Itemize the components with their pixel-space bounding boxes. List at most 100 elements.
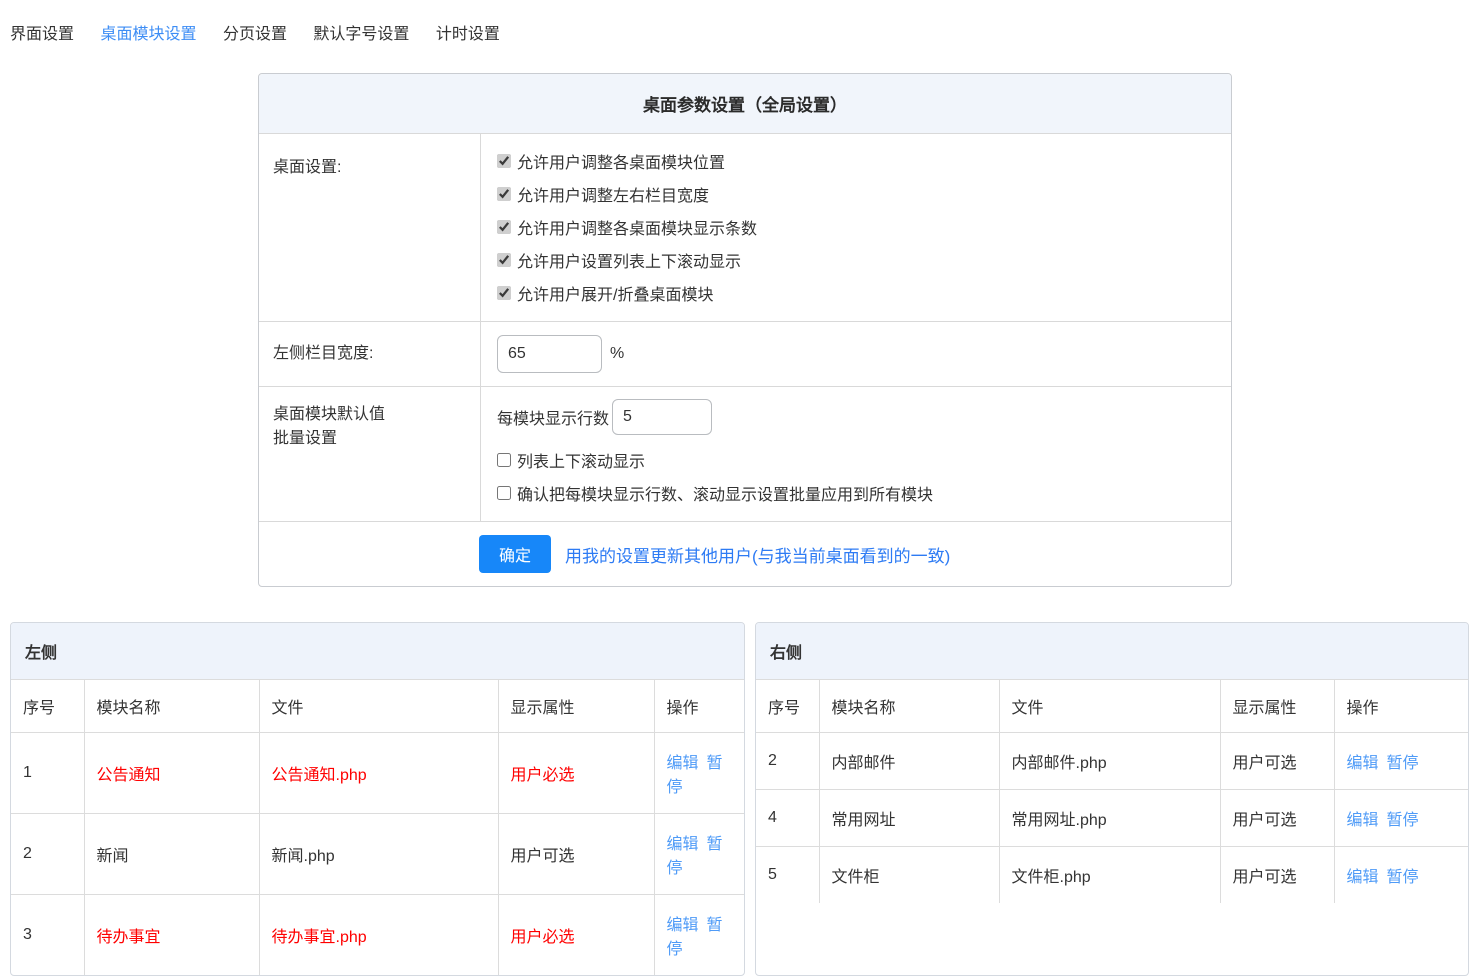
right-table-row-1: 4常用网址常用网址.php用户可选编辑暂停: [756, 790, 1468, 847]
confirm-button[interactable]: 确定: [479, 535, 551, 573]
module-name-cell: 常用网址: [819, 790, 999, 847]
module-file-cell: 常用网址.php: [999, 790, 1220, 847]
left-column-header-2: 文件: [259, 680, 498, 733]
edit-link[interactable]: 编辑: [1347, 755, 1379, 772]
operations-cell: 编辑暂停: [1334, 790, 1468, 847]
desktop-setting-option-2: 允许用户调整各桌面模块显示条数: [497, 210, 1215, 243]
row-number-cell: 1: [11, 733, 84, 814]
pause-link[interactable]: 暂停: [1387, 755, 1419, 772]
rows-per-module-input[interactable]: [612, 399, 712, 435]
right-column-header-3: 显示属性: [1220, 680, 1334, 733]
right-column-header-4: 操作: [1334, 680, 1468, 733]
edit-link[interactable]: 编辑: [1347, 812, 1379, 829]
batch-defaults-label: 桌面模块默认值 批量设置: [259, 387, 481, 521]
row-number-cell: 2: [11, 814, 84, 895]
pause-link[interactable]: 暂停: [1387, 812, 1419, 829]
batch-label-line1: 桌面模块默认值: [273, 403, 468, 427]
tab-interface-settings[interactable]: 界面设置: [10, 20, 74, 44]
display-attr-cell: 用户可选: [498, 814, 654, 895]
display-attr-cell: 用户必选: [498, 895, 654, 976]
edit-link[interactable]: 编辑: [667, 755, 699, 772]
row-number-cell: 5: [756, 847, 819, 904]
left-column-header-0: 序号: [11, 680, 84, 733]
display-attr-cell: 用户可选: [1220, 847, 1334, 904]
batch-setting-checkbox-1[interactable]: [497, 486, 511, 500]
desktop-setting-checkbox-1[interactable]: [497, 187, 511, 201]
edit-link[interactable]: 编辑: [667, 836, 699, 853]
desktop-setting-option-3: 允许用户设置列表上下滚动显示: [497, 243, 1215, 276]
left-width-row: 左侧栏目宽度: %: [259, 322, 1231, 387]
operations-cell: 编辑暂停: [654, 814, 744, 895]
tab-desktop-module-settings[interactable]: 桌面模块设置: [100, 20, 196, 44]
module-tables: 左侧序号模块名称文件显示属性操作1公告通知公告通知.php用户必选编辑暂停2新闻…: [10, 622, 1469, 976]
left-table-row-1: 2新闻新闻.php用户可选编辑暂停: [11, 814, 744, 895]
pause-link[interactable]: 暂停: [1387, 869, 1419, 886]
row-number-cell: 4: [756, 790, 819, 847]
right-modules-table: 右侧序号模块名称文件显示属性操作2内部邮件内部邮件.php用户可选编辑暂停4常用…: [755, 622, 1469, 976]
tab-paging-settings[interactable]: 分页设置: [223, 20, 287, 44]
row-number-cell: 3: [11, 895, 84, 976]
desktop-setting-checkbox-2[interactable]: [497, 220, 511, 234]
tab-default-font-settings[interactable]: 默认字号设置: [313, 20, 409, 44]
batch-label-line2: 批量设置: [273, 427, 468, 451]
desktop-setting-option-label-4: 允许用户展开/折叠桌面模块: [517, 281, 713, 305]
module-file-cell: 文件柜.php: [999, 847, 1220, 904]
operations-cell: 编辑暂停: [654, 733, 744, 814]
tab-timing-settings[interactable]: 计时设置: [436, 20, 500, 44]
batch-defaults-fields: 每模块显示行数 列表上下滚动显示确认把每模块显示行数、滚动显示设置批量应用到所有…: [481, 387, 1231, 521]
desktop-setting-option-label-3: 允许用户设置列表上下滚动显示: [517, 248, 741, 272]
batch-setting-checkbox-0[interactable]: [497, 453, 511, 467]
batch-setting-option-0: 列表上下滚动显示: [497, 443, 1215, 476]
desktop-params-panel: 桌面参数设置（全局设置） 桌面设置: 允许用户调整各桌面模块位置允许用户调整左右…: [258, 73, 1232, 587]
operations-cell: 编辑暂停: [654, 895, 744, 976]
right-column-header-0: 序号: [756, 680, 819, 733]
left-table-title: 左侧: [11, 623, 744, 680]
batch-setting-option-label-0: 列表上下滚动显示: [517, 448, 645, 472]
left-width-label: 左侧栏目宽度:: [259, 322, 481, 386]
module-file-cell: 公告通知.php: [259, 733, 498, 814]
left-table-row-2: 3待办事宜待办事宜.php用户必选编辑暂停: [11, 895, 744, 976]
edit-link[interactable]: 编辑: [1347, 869, 1379, 886]
left-column-header-3: 显示属性: [498, 680, 654, 733]
module-file-cell: 新闻.php: [259, 814, 498, 895]
desktop-setting-checkbox-4[interactable]: [497, 286, 511, 300]
left-table-header-row: 序号模块名称文件显示属性操作: [11, 680, 744, 733]
module-file-cell: 待办事宜.php: [259, 895, 498, 976]
right-table-row-0: 2内部邮件内部邮件.php用户可选编辑暂停: [756, 733, 1468, 790]
desktop-settings-row: 桌面设置: 允许用户调整各桌面模块位置允许用户调整左右栏目宽度允许用户调整各桌面…: [259, 134, 1231, 322]
batch-options: 列表上下滚动显示确认把每模块显示行数、滚动显示设置批量应用到所有模块: [497, 443, 1215, 509]
left-width-field: %: [481, 322, 1231, 386]
right-table-title: 右侧: [756, 623, 1468, 680]
module-name-cell: 内部邮件: [819, 733, 999, 790]
module-file-cell: 内部邮件.php: [999, 733, 1220, 790]
left-table-row-0: 1公告通知公告通知.php用户必选编辑暂停: [11, 733, 744, 814]
module-name-cell: 待办事宜: [84, 895, 259, 976]
desktop-setting-checkbox-3[interactable]: [497, 253, 511, 267]
module-name-cell: 新闻: [84, 814, 259, 895]
rows-per-module-label: 每模块显示行数: [497, 405, 609, 429]
left-column-header-1: 模块名称: [84, 680, 259, 733]
batch-setting-option-1: 确认把每模块显示行数、滚动显示设置批量应用到所有模块: [497, 476, 1215, 509]
module-name-cell: 文件柜: [819, 847, 999, 904]
batch-defaults-row: 桌面模块默认值 批量设置 每模块显示行数 列表上下滚动显示确认把每模块显示行数、…: [259, 387, 1231, 522]
row-number-cell: 2: [756, 733, 819, 790]
desktop-setting-option-4: 允许用户展开/折叠桌面模块: [497, 276, 1215, 309]
desktop-setting-option-0: 允许用户调整各桌面模块位置: [497, 144, 1215, 177]
update-other-users-link[interactable]: 用我的设置更新其他用户(与我当前桌面看到的一致): [565, 542, 950, 567]
right-table-row-2: 5文件柜文件柜.php用户可选编辑暂停: [756, 847, 1468, 904]
left-width-unit: %: [610, 345, 624, 363]
desktop-setting-option-label-0: 允许用户调整各桌面模块位置: [517, 149, 725, 173]
left-column-header-4: 操作: [654, 680, 744, 733]
display-attr-cell: 用户必选: [498, 733, 654, 814]
desktop-setting-option-label-2: 允许用户调整各桌面模块显示条数: [517, 215, 757, 239]
operations-cell: 编辑暂停: [1334, 733, 1468, 790]
desktop-settings-label: 桌面设置:: [259, 134, 481, 321]
panel-title: 桌面参数设置（全局设置）: [259, 74, 1231, 134]
edit-link[interactable]: 编辑: [667, 917, 699, 934]
left-width-input[interactable]: [497, 335, 602, 373]
desktop-setting-checkbox-0[interactable]: [497, 154, 511, 168]
left-modules-table: 左侧序号模块名称文件显示属性操作1公告通知公告通知.php用户必选编辑暂停2新闻…: [10, 622, 745, 976]
right-column-header-1: 模块名称: [819, 680, 999, 733]
module-name-cell: 公告通知: [84, 733, 259, 814]
settings-tabbar: 界面设置 桌面模块设置 分页设置 默认字号设置 计时设置: [0, 0, 1479, 55]
